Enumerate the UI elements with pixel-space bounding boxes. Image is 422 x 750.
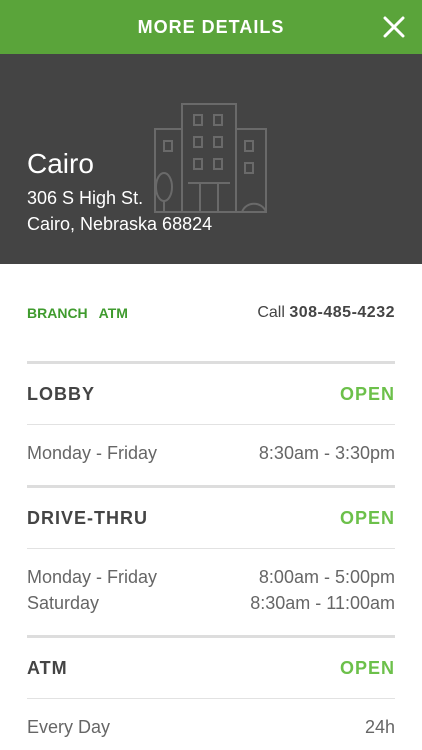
page-title: MORE DETAILS <box>137 16 285 37</box>
hours-list: Monday - Friday 8:30am - 3:30pm <box>27 425 395 485</box>
call-label: Call <box>257 303 285 321</box>
section-header: LOBBY OPEN <box>27 364 395 424</box>
branch-hero: Cairo 306 S High St. Cairo, Nebraska 688… <box>0 54 422 264</box>
address-line-2: Cairo, Nebraska 68824 <box>27 214 213 234</box>
section-title: DRIVE-THRU <box>27 507 148 528</box>
hours-days: Monday - Friday <box>27 443 158 463</box>
hours-days: Saturday <box>27 593 100 613</box>
header-bar: MORE DETAILS <box>0 0 422 54</box>
hours-days: Every Day <box>27 717 111 737</box>
tag-branch: BRANCH <box>27 304 88 321</box>
hours-time: 8:30am - 11:00am <box>250 593 395 613</box>
hours-time: 8:00am - 5:00pm <box>258 567 395 587</box>
hours-list: Every Day 24h <box>27 699 395 750</box>
hours-row: Saturday 8:30am - 11:00am <box>27 590 395 616</box>
section-title: ATM <box>27 657 68 678</box>
section-title: LOBBY <box>27 383 95 404</box>
status-badge: OPEN <box>339 657 395 678</box>
section-header: DRIVE-THRU OPEN <box>27 488 395 548</box>
section-drive-thru: DRIVE-THRU OPEN Monday - Friday 8:00am -… <box>27 488 395 635</box>
phone-number[interactable]: 308-485-4232 <box>289 304 395 321</box>
hours-row: Monday - Friday 8:30am - 3:30pm <box>27 440 395 466</box>
close-icon <box>383 16 405 38</box>
hours-time: 24h <box>364 717 395 737</box>
details-content: BRANCH ATM Call 308-485-4232 LOBBY OPEN … <box>27 264 395 750</box>
hours-row: Every Day 24h <box>27 714 395 740</box>
hours-row: Monday - Friday 8:00am - 5:00pm <box>27 564 395 590</box>
building-icon <box>154 103 267 213</box>
service-tags: BRANCH ATM <box>27 305 128 321</box>
close-button[interactable] <box>380 13 408 41</box>
status-badge: OPEN <box>339 383 395 404</box>
section-header: ATM OPEN <box>27 638 395 698</box>
branch-name: Cairo <box>27 148 94 179</box>
hours-time: 8:30am - 3:30pm <box>258 443 395 463</box>
status-badge: OPEN <box>339 507 395 528</box>
address-line-1: 306 S High St. <box>27 188 144 208</box>
call-link[interactable]: Call 308-485-4232 <box>257 304 395 322</box>
section-atm: ATM OPEN Every Day 24h <box>27 638 395 750</box>
section-lobby: LOBBY OPEN Monday - Friday 8:30am - 3:30… <box>27 364 395 485</box>
tags-row: BRANCH ATM Call 308-485-4232 <box>27 264 395 361</box>
hours-list: Monday - Friday 8:00am - 5:00pm Saturday… <box>27 549 395 635</box>
hours-days: Monday - Friday <box>27 567 158 587</box>
tag-atm: ATM <box>98 304 128 321</box>
